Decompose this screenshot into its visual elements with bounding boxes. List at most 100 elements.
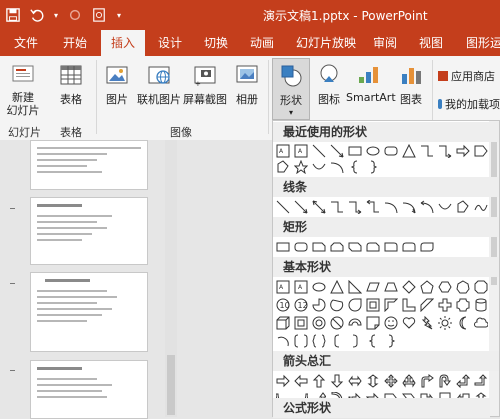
u-turn-arrow-shape[interactable] bbox=[437, 373, 453, 389]
right-triangle-shape[interactable] bbox=[347, 279, 363, 295]
heart-shape[interactable] bbox=[401, 315, 417, 331]
sun-shape[interactable] bbox=[437, 315, 453, 331]
presentation-icon[interactable] bbox=[90, 5, 108, 25]
elbow-arrow-connector-shape[interactable] bbox=[347, 199, 363, 215]
save-icon[interactable] bbox=[4, 5, 22, 25]
dodecagon-shape[interactable]: 12 bbox=[293, 297, 309, 313]
right-arrow-shape[interactable] bbox=[455, 143, 471, 159]
rectangle-shape[interactable] bbox=[347, 143, 363, 159]
can-shape[interactable] bbox=[473, 297, 489, 313]
tab-slideshow[interactable]: 幻灯片放映 bbox=[296, 30, 356, 56]
thumbnail-scrollbar[interactable] bbox=[165, 140, 177, 417]
star-shape[interactable] bbox=[293, 159, 309, 175]
snip-diagonal-rectangle-shape[interactable] bbox=[347, 239, 363, 255]
tab-animations[interactable]: 动画 bbox=[250, 30, 274, 56]
oval-shape[interactable] bbox=[311, 279, 327, 295]
redo-icon[interactable] bbox=[66, 5, 84, 25]
thumbnail-scroll-thumb[interactable] bbox=[167, 355, 175, 415]
my-addins-button[interactable]: 我的加载项 bbox=[438, 96, 500, 112]
tab-view[interactable]: 视图 bbox=[419, 30, 443, 56]
left-right-up-arrow-shape[interactable] bbox=[401, 373, 417, 389]
textbox-shape[interactable]: A bbox=[275, 279, 291, 295]
diamond-shape[interactable] bbox=[401, 279, 417, 295]
album-button[interactable]: 相册 bbox=[232, 62, 262, 107]
plaque-shape[interactable] bbox=[455, 297, 471, 313]
oval-shape[interactable] bbox=[365, 143, 381, 159]
curved-arrow-connector-shape[interactable] bbox=[401, 199, 417, 215]
left-bracket-shape[interactable] bbox=[329, 333, 345, 349]
pentagon-arrow-shape[interactable] bbox=[473, 143, 489, 159]
curve-shape[interactable] bbox=[311, 159, 327, 175]
decagon-shape[interactable]: 10 bbox=[275, 297, 291, 313]
left-brace-shape[interactable] bbox=[365, 333, 381, 349]
cross-shape[interactable] bbox=[437, 297, 453, 313]
down-arrow-shape[interactable] bbox=[329, 373, 345, 389]
snip-corner-rectangle-shape[interactable] bbox=[311, 239, 327, 255]
right-brace-shape[interactable] bbox=[365, 159, 381, 175]
tab-insert[interactable]: 插入 bbox=[101, 30, 145, 56]
left-arrow-shape[interactable] bbox=[293, 373, 309, 389]
round-corner-rectangle-shape[interactable] bbox=[383, 239, 399, 255]
online-picture-button[interactable]: 联机图片 bbox=[136, 62, 182, 107]
arrow-line-shape[interactable] bbox=[329, 143, 345, 159]
new-slide-button[interactable]: 新建 幻灯片 bbox=[6, 62, 40, 117]
chord-shape[interactable] bbox=[329, 297, 345, 313]
l-shape[interactable] bbox=[401, 297, 417, 313]
donut-shape[interactable] bbox=[311, 315, 327, 331]
freeform-shape[interactable] bbox=[275, 159, 291, 175]
block-arc-shape[interactable] bbox=[347, 315, 363, 331]
diagonal-stripe-shape[interactable] bbox=[419, 297, 435, 313]
slide-thumbnail[interactable] bbox=[30, 360, 148, 419]
up-arrow-shape[interactable] bbox=[311, 373, 327, 389]
round-diagonal-rectangle-shape[interactable] bbox=[419, 239, 435, 255]
up-down-arrow-shape[interactable] bbox=[365, 373, 381, 389]
shapes-button[interactable]: 形状 ▾ bbox=[272, 58, 310, 120]
vertical-textbox-shape[interactable]: A bbox=[293, 279, 309, 295]
picture-button[interactable]: 图片 bbox=[102, 62, 132, 107]
double-arrow-line-shape[interactable] bbox=[311, 199, 327, 215]
slide-thumbnail[interactable] bbox=[30, 140, 148, 190]
right-arrow-shape[interactable] bbox=[275, 373, 291, 389]
elbow-connector-shape[interactable] bbox=[329, 199, 345, 215]
heptagon-shape[interactable] bbox=[455, 279, 471, 295]
undo-dropdown-icon[interactable]: ▾ bbox=[52, 5, 60, 25]
curve-shape[interactable] bbox=[437, 199, 453, 215]
double-bracket-shape[interactable] bbox=[293, 333, 309, 349]
rounded-rectangle-shape[interactable] bbox=[293, 239, 309, 255]
right-brace-shape[interactable] bbox=[383, 333, 399, 349]
arc-shape[interactable] bbox=[275, 333, 291, 349]
parallelogram-shape[interactable] bbox=[365, 279, 381, 295]
moon-shape[interactable] bbox=[455, 315, 471, 331]
table-button[interactable]: 表格 bbox=[54, 62, 88, 107]
smartart-button[interactable]: SmartArt bbox=[346, 62, 396, 104]
triangle-shape[interactable] bbox=[401, 143, 417, 159]
tab-file[interactable]: 文件 bbox=[14, 30, 38, 56]
snip-round-rectangle-shape[interactable] bbox=[365, 239, 381, 255]
octagon-shape[interactable] bbox=[473, 279, 489, 295]
elbow-arrow-connector-shape[interactable] bbox=[437, 143, 453, 159]
arrow-line-shape[interactable] bbox=[293, 199, 309, 215]
left-right-arrow-shape[interactable] bbox=[347, 373, 363, 389]
chart-button[interactable]: 图表 bbox=[395, 62, 427, 107]
rounded-rectangle-shape[interactable] bbox=[383, 143, 399, 159]
frame-shape[interactable] bbox=[365, 297, 381, 313]
curved-connector-shape[interactable] bbox=[329, 159, 345, 175]
bevel-shape[interactable] bbox=[293, 315, 309, 331]
vertical-textbox-shape[interactable]: A bbox=[293, 143, 309, 159]
app-store-button[interactable]: 应用商店 bbox=[438, 68, 500, 84]
tab-transitions[interactable]: 切换 bbox=[204, 30, 228, 56]
tab-home[interactable]: 开始 bbox=[63, 30, 87, 56]
curved-double-arrow-connector-shape[interactable] bbox=[419, 199, 435, 215]
tab-graphic-tools[interactable]: 图形运 bbox=[466, 30, 500, 56]
half-frame-shape[interactable] bbox=[383, 297, 399, 313]
round-same-side-rectangle-shape[interactable] bbox=[401, 239, 417, 255]
curved-connector-shape[interactable] bbox=[383, 199, 399, 215]
no-symbol-shape[interactable] bbox=[329, 315, 345, 331]
line-shape[interactable] bbox=[275, 199, 291, 215]
pie-shape[interactable] bbox=[311, 297, 327, 313]
double-brace-shape[interactable] bbox=[311, 333, 327, 349]
teardrop-shape[interactable] bbox=[347, 297, 363, 313]
lightning-bolt-shape[interactable] bbox=[419, 315, 435, 331]
left-up-arrow-shape[interactable] bbox=[455, 373, 471, 389]
rectangle-shape[interactable] bbox=[275, 239, 291, 255]
